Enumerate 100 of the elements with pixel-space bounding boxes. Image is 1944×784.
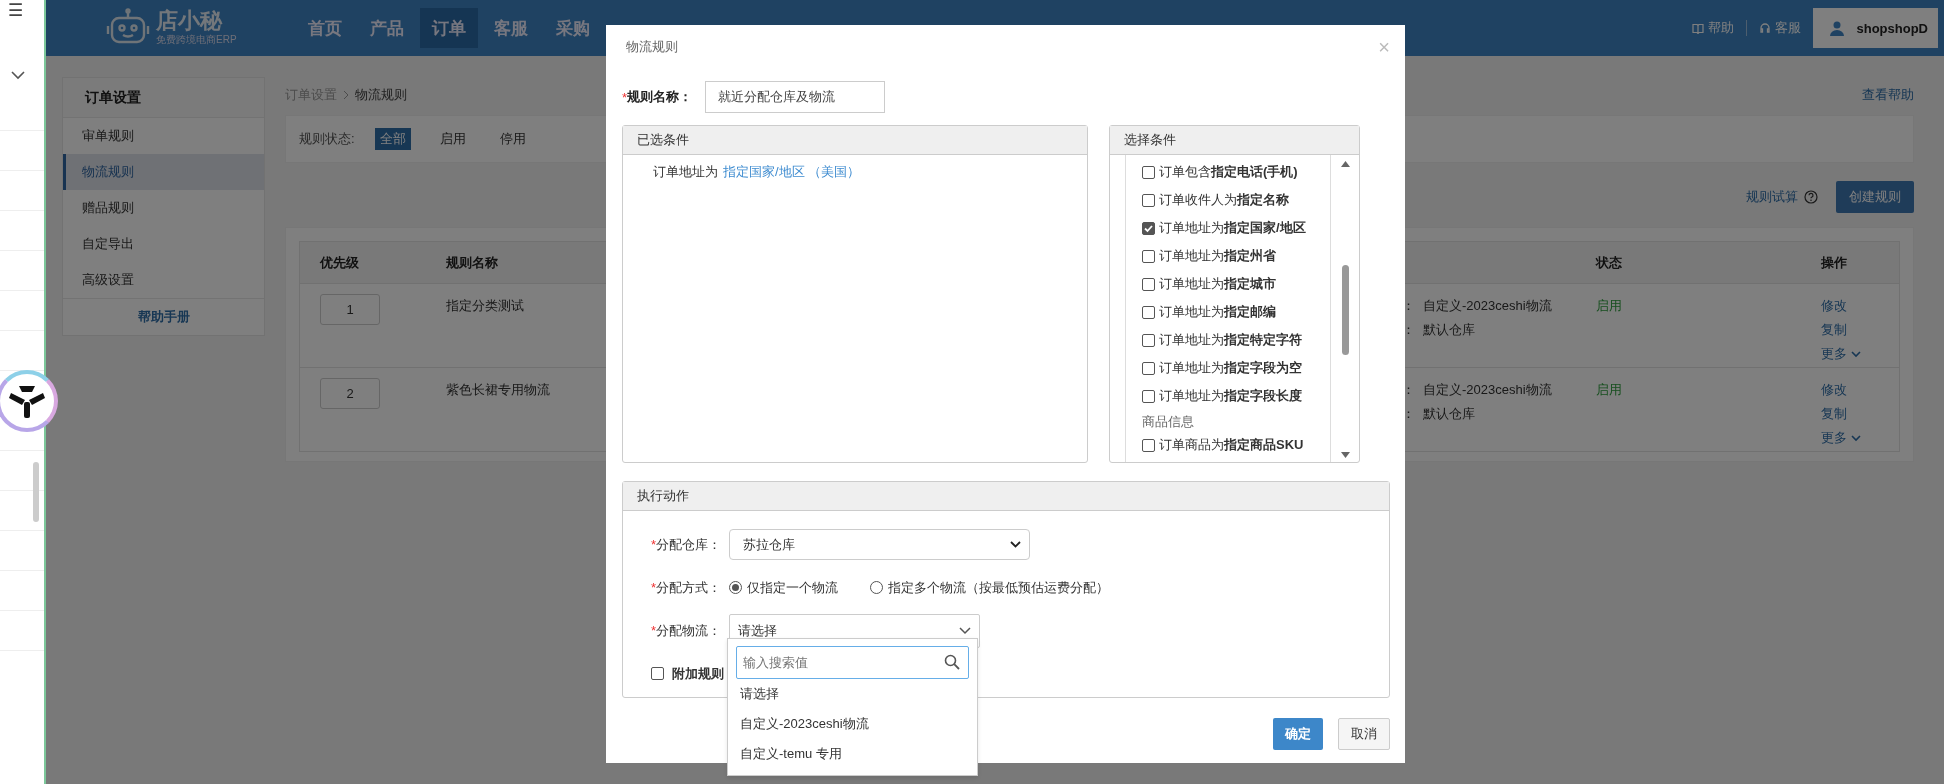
- more-dropdown[interactable]: 更多: [1821, 426, 1861, 450]
- condition-option[interactable]: 订单包含指定电话(手机): [1159, 163, 1298, 181]
- nav-tab[interactable]: 采购: [544, 8, 602, 48]
- headset-icon: [1758, 22, 1771, 34]
- row-action-link[interactable]: 修改: [1821, 294, 1847, 318]
- condition-option[interactable]: 订单地址为指定国家/地区: [1159, 219, 1306, 237]
- dropdown-option[interactable]: 请选择: [736, 679, 969, 709]
- row-action-link[interactable]: 复制: [1821, 402, 1847, 426]
- help-manual-link[interactable]: 帮助手册: [137, 308, 190, 326]
- status-filter-option[interactable]: 全部: [374, 128, 411, 150]
- nav-tab[interactable]: 订单: [420, 8, 478, 48]
- condition-option[interactable]: 订单地址为指定特定字符: [1159, 331, 1302, 349]
- scrollbar-thumb[interactable]: [33, 462, 39, 522]
- checkbox[interactable]: [1142, 277, 1155, 291]
- detail-label: ：: [1402, 297, 1415, 315]
- checkbox[interactable]: [1142, 438, 1155, 452]
- book-icon: [1691, 22, 1704, 34]
- caret-icon: [1851, 350, 1861, 358]
- extra-rule-label[interactable]: 附加规则: [672, 664, 724, 683]
- status-filter-option[interactable]: 停用: [494, 128, 531, 150]
- radio-label[interactable]: 指定多个物流（按最低预估运费分配）: [888, 578, 1109, 597]
- required-mark: *: [651, 622, 657, 638]
- logistics-label: 分配物流：: [656, 622, 722, 638]
- panel-title: 执行动作: [637, 487, 689, 505]
- column-header: 优先级: [320, 254, 359, 270]
- checkbox[interactable]: [651, 667, 664, 680]
- condition-text: 订单地址为: [653, 163, 718, 181]
- mode-label: 分配方式：: [656, 579, 722, 595]
- search-icon: [944, 654, 960, 670]
- condition-option[interactable]: 订单地址为指定城市: [1159, 275, 1276, 293]
- sidebar-item[interactable]: 赠品规则: [63, 190, 264, 226]
- confirm-button[interactable]: 确定: [1273, 718, 1323, 750]
- condition-link[interactable]: 指定国家/地区 （美国）: [723, 163, 861, 181]
- checkbox[interactable]: [1142, 165, 1155, 179]
- rule-name-field[interactable]: 就近分配仓库及物流: [705, 81, 886, 113]
- detail-value: 默认仓库: [1423, 321, 1475, 339]
- create-rule-button[interactable]: 创建规则: [1836, 181, 1914, 213]
- condition-option[interactable]: 订单商品为指定商品SKU: [1159, 436, 1304, 454]
- logo-name: 店小秘: [156, 9, 224, 33]
- checkbox[interactable]: [1142, 249, 1155, 263]
- service-link[interactable]: 客服: [1774, 19, 1801, 37]
- nav-tab[interactable]: 产品: [358, 8, 416, 48]
- nav-tab[interactable]: 客服: [482, 8, 540, 48]
- search-field[interactable]: 输入搜索值: [736, 646, 969, 679]
- chevron-down-icon[interactable]: [11, 71, 25, 80]
- required-mark: *: [622, 89, 628, 105]
- sidebar-item[interactable]: 自定导出: [63, 226, 264, 262]
- detail-value: 自定义-2023ceshi物流: [1423, 297, 1552, 315]
- detail-label: ：: [1402, 321, 1415, 339]
- column-header: 操作: [1821, 254, 1847, 270]
- cancel-button[interactable]: 取消: [1338, 718, 1390, 750]
- sidebar-title: 订单设置: [85, 88, 141, 107]
- priority-field[interactable]: 2: [320, 378, 380, 409]
- help-link[interactable]: 帮助: [1707, 19, 1734, 37]
- condition-option[interactable]: 订单地址为指定字段长度: [1159, 387, 1302, 405]
- more-dropdown[interactable]: 更多: [1821, 342, 1861, 366]
- checkbox[interactable]: [1142, 361, 1155, 375]
- sidebar-item[interactable]: 物流规则: [63, 154, 264, 190]
- menu-icon[interactable]: ☰: [8, 0, 23, 22]
- rule-name-label: 规则名称：: [627, 88, 694, 106]
- caret-icon: [1851, 434, 1861, 442]
- radio-label[interactable]: 仅指定一个物流: [747, 578, 838, 597]
- sidebar-item[interactable]: 审单规则: [63, 118, 264, 154]
- detail-value: 自定义-2023ceshi物流: [1423, 381, 1552, 399]
- user-icon: [1828, 20, 1845, 36]
- condition-option[interactable]: 订单收件人为指定名称: [1159, 191, 1289, 209]
- rule-name-cell: 紫色长裙专用物流: [446, 382, 550, 397]
- help-icon: [1804, 190, 1818, 204]
- checkbox[interactable]: [1142, 221, 1155, 235]
- view-help-link[interactable]: 查看帮助: [1862, 85, 1914, 104]
- required-mark: *: [651, 536, 657, 552]
- condition-option[interactable]: 订单地址为指定字段为空: [1159, 359, 1302, 377]
- scroll-down-icon[interactable]: [1340, 452, 1350, 458]
- chevron-right-icon: [343, 89, 349, 100]
- checkbox[interactable]: [1142, 333, 1155, 347]
- dropdown-option[interactable]: 自定义-2023ceshi物流: [736, 709, 969, 739]
- condition-option[interactable]: 订单地址为指定州省: [1159, 247, 1276, 265]
- status-text: 启用: [1596, 382, 1622, 397]
- column-header: 状态: [1596, 254, 1622, 270]
- condition-option[interactable]: 订单地址为指定邮编: [1159, 303, 1276, 321]
- nav-tab[interactable]: 首页: [296, 8, 354, 48]
- row-action-link[interactable]: 复制: [1821, 318, 1847, 342]
- detail-label: ：: [1402, 405, 1415, 423]
- checkbox[interactable]: [1142, 389, 1155, 403]
- warehouse-select[interactable]: 苏拉仓库: [729, 529, 1030, 560]
- scrollbar-thumb[interactable]: [1341, 265, 1349, 355]
- breadcrumb-item: 物流规则: [355, 85, 407, 104]
- user-menu[interactable]: shopshopD: [1812, 8, 1938, 48]
- dropdown-option[interactable]: 自定义-temu 专用: [736, 739, 969, 769]
- logo-tagline: 免费跨境电商ERP: [156, 33, 237, 47]
- status-filter-option[interactable]: 启用: [434, 128, 471, 150]
- rule-test-link[interactable]: 规则试算: [1746, 188, 1798, 206]
- row-action-link[interactable]: 修改: [1821, 378, 1847, 402]
- sidebar-item[interactable]: 高级设置: [63, 262, 264, 298]
- priority-field[interactable]: 1: [320, 294, 380, 325]
- checkbox[interactable]: [1142, 193, 1155, 207]
- scroll-up-icon[interactable]: [1340, 161, 1350, 167]
- group-heading: 商品信息: [1142, 413, 1194, 431]
- detail-value: 默认仓库: [1423, 405, 1475, 423]
- checkbox[interactable]: [1142, 305, 1155, 319]
